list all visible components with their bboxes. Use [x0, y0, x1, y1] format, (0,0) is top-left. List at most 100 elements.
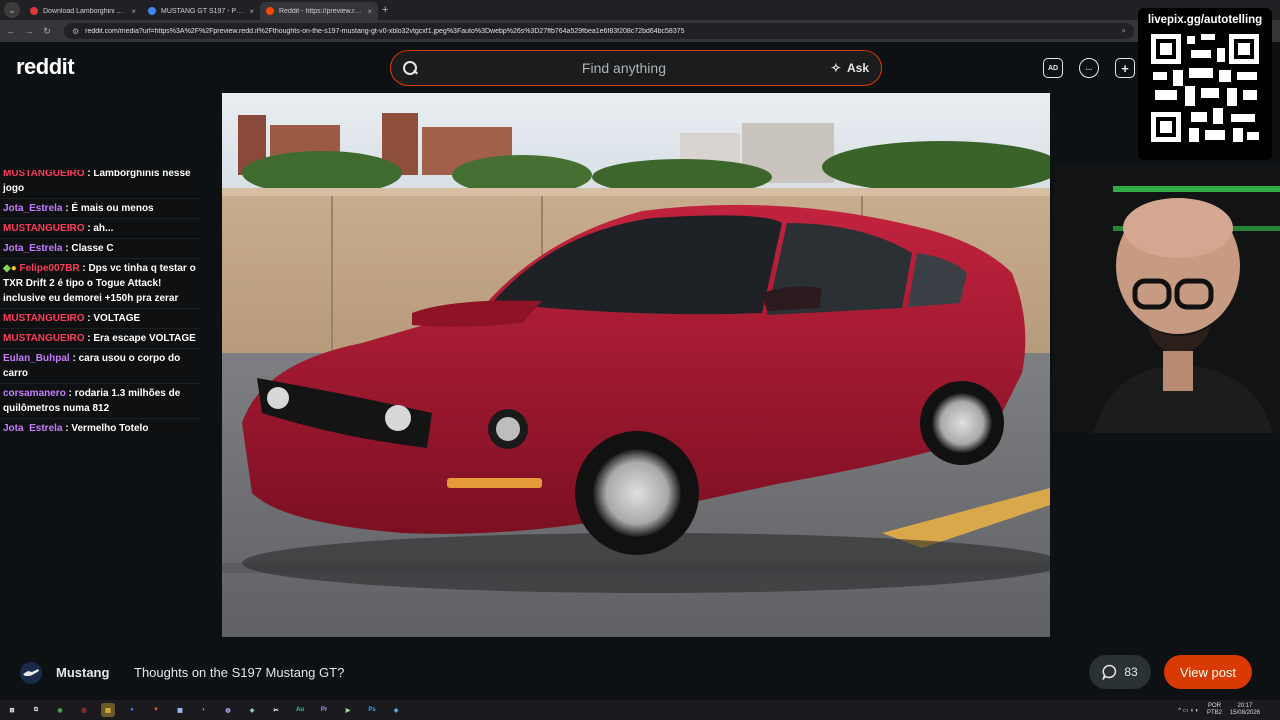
new-tab-icon[interactable]: + [382, 4, 388, 16]
chat-message: Jota_Estrela : É mais ou menos [0, 199, 200, 219]
close-tab-icon[interactable]: × [249, 7, 254, 16]
close-tab-icon[interactable]: × [367, 7, 372, 16]
premiere-icon[interactable]: Pr [317, 703, 331, 717]
comment-icon [1102, 664, 1117, 680]
tab-favicon-icon [30, 7, 38, 15]
ask-label: Ask [846, 61, 869, 75]
tab-label: Download Lamborghini Aventa... [43, 7, 126, 15]
header-actions: AD … + [1043, 58, 1135, 78]
reddit-logo[interactable]: reddit [16, 54, 75, 80]
back-icon[interactable]: ← [6, 26, 16, 36]
keyboard-layout: PTB2 [1206, 710, 1222, 716]
browser-address-bar: ← → ↻ ⚙ reddit.com/media?url=https%3A%2F… [0, 20, 1280, 42]
chat-message: MUSTANGUEIRO : VOLTAGE [0, 309, 200, 329]
chat-username: MUSTANGUEIRO [3, 170, 85, 179]
chat-message: MUSTANGUEIRO : Lamborghinis nesse jogo [0, 170, 200, 199]
zoom-icon[interactable]: ⌕ [1122, 26, 1126, 36]
qr-caption: livepix.gg/autotelling [1147, 14, 1263, 26]
language-code: POR [1207, 703, 1221, 709]
browser-tab[interactable]: MUSTANG GT S197 - Pesquisa... × [142, 2, 260, 20]
browser-tab-strip: ⌄ Download Lamborghini Aventa... × MUSTA… [0, 0, 1280, 20]
sparkle-icon: ✧ [830, 61, 841, 75]
chat-badge-icon: ◆ [3, 263, 11, 274]
chat-username: corsamanero [3, 388, 66, 399]
subreddit-avatar[interactable] [20, 662, 42, 684]
forward-icon[interactable]: → [24, 26, 34, 36]
chat-message: Jota_Estrela : Vermelho Totelo [0, 419, 200, 432]
browser-tab[interactable]: Download Lamborghini Aventa... × [24, 2, 142, 20]
tab-label: Reddit - https://preview.redd.it... [279, 7, 363, 15]
app-icon-5[interactable]: ▶ [341, 703, 355, 717]
chat-username: MUSTANGUEIRO [3, 333, 85, 344]
mustang-logo-icon [20, 662, 42, 684]
windows-start-icon[interactable]: ⊞ [5, 703, 19, 717]
obs-icon[interactable]: ◍ [221, 703, 235, 717]
chat-username: Jota_Estrela [3, 423, 63, 432]
chat-message: Eulan_Buhpal : cara usou o corpo do carr… [0, 349, 200, 384]
donation-qr-overlay: livepix.gg/autotelling [1138, 8, 1272, 160]
language-indicator[interactable]: POR PTB2 [1207, 703, 1222, 717]
site-info-icon[interactable]: ⚙ [72, 27, 79, 36]
search-icon [403, 61, 417, 75]
app-icon-1[interactable]: ◉ [53, 703, 67, 717]
post-info-bar: Mustang Thoughts on the S197 Mustang GT?… [0, 648, 1280, 698]
create-post-icon[interactable]: + [1115, 58, 1135, 78]
webcam-feed-image [1053, 166, 1280, 433]
chat-username: Jota_Estrela [3, 203, 63, 214]
comments-button[interactable]: 83 [1089, 655, 1151, 689]
app-icon-6[interactable]: ◈ [389, 703, 403, 717]
tab-search-icon[interactable]: ⌄ [4, 2, 20, 18]
post-media-image[interactable] [222, 93, 1050, 637]
url-text: reddit.com/media?url=https%3A%2F%2Fprevi… [85, 27, 685, 35]
search-input[interactable]: Find anything ✧ Ask [390, 50, 882, 86]
audition-icon[interactable]: Au [293, 703, 307, 717]
tab-label: MUSTANG GT S197 - Pesquisa... [161, 7, 244, 15]
clock-date: 15/08/2026 [1229, 710, 1260, 716]
search-placeholder: Find anything [581, 60, 666, 76]
chat-message: ◆● Felipe007BR : Dps vc tinha q testar o… [0, 259, 200, 309]
subreddit-name[interactable]: Mustang [56, 665, 109, 680]
clock-time: 20:17 [1237, 703, 1253, 709]
view-post-button[interactable]: View post [1164, 655, 1252, 689]
chat-username: Jota_Estrela [3, 243, 63, 254]
clock[interactable]: 20:17 15/08/2026 [1230, 703, 1260, 717]
chat-badge-icon: ● [10, 263, 17, 274]
chat-text: Era escape VOLTAGE [93, 333, 196, 344]
notepad-icon[interactable]: ▦ [173, 703, 187, 717]
browser-tab-active[interactable]: Reddit - https://preview.redd.it... × [260, 2, 378, 20]
system-tray: ^ ▭ ◖ ◐ POR PTB2 20:17 15/08/2026 [1178, 700, 1260, 720]
tray-icons[interactable]: ^ ▭ ◖ ◐ [1178, 707, 1199, 714]
chat-username: Felipe007BR [19, 263, 80, 274]
streamer-webcam [1053, 166, 1280, 433]
task-view-icon[interactable]: ⧉ [29, 703, 43, 717]
app-icon-2[interactable]: ◎ [77, 703, 91, 717]
chat-message: MUSTANGUEIRO : ah... [0, 219, 200, 239]
qr-code-icon [1147, 30, 1263, 146]
post-title[interactable]: Thoughts on the S197 Mustang GT? [134, 665, 344, 680]
capcut-icon[interactable]: ✂ [269, 703, 283, 717]
brave-icon[interactable]: ▼ [149, 703, 163, 717]
tab-favicon-icon [266, 7, 274, 15]
stream-chat-overlay: MUSTANGUEIRO : Lamborghinis nesse jogo J… [0, 170, 200, 432]
chrome-icon[interactable]: ● [125, 703, 139, 717]
chat-message: corsamanero : rodaria 1.3 milhões de qui… [0, 384, 200, 419]
url-input[interactable]: ⚙ reddit.com/media?url=https%3A%2F%2Fpre… [64, 23, 1134, 39]
app-icon-3[interactable]: ◐ [197, 703, 211, 717]
windows-taskbar: ⊞ ⧉ ◉ ◎ ▤ ● ▼ ▦ ◐ ◍ ◆ ✂ Au Pr ▶ Ps ◈ ^ ▭… [0, 700, 1280, 720]
chat-icon[interactable]: … [1079, 58, 1099, 78]
tab-favicon-icon [148, 7, 156, 15]
photoshop-icon[interactable]: Ps [365, 703, 379, 717]
chat-message: Jota_Estrela : Classe C [0, 239, 200, 259]
app-icon-4[interactable]: ◆ [245, 703, 259, 717]
advertise-icon[interactable]: AD [1043, 58, 1063, 78]
chat-message: MUSTANGUEIRO : Era escape VOLTAGE [0, 329, 200, 349]
chat-username: MUSTANGUEIRO [3, 223, 85, 234]
file-explorer-icon[interactable]: ▤ [101, 703, 115, 717]
chat-text: Classe C [71, 243, 114, 254]
ask-button[interactable]: ✧ Ask [831, 61, 869, 75]
reddit-header: reddit Find anything ✧ Ask AD … + [0, 42, 1280, 94]
reload-icon[interactable]: ↻ [42, 26, 52, 37]
close-tab-icon[interactable]: × [131, 7, 136, 16]
comment-count: 83 [1124, 665, 1138, 679]
chat-text: Vermelho Totelo [71, 423, 149, 432]
